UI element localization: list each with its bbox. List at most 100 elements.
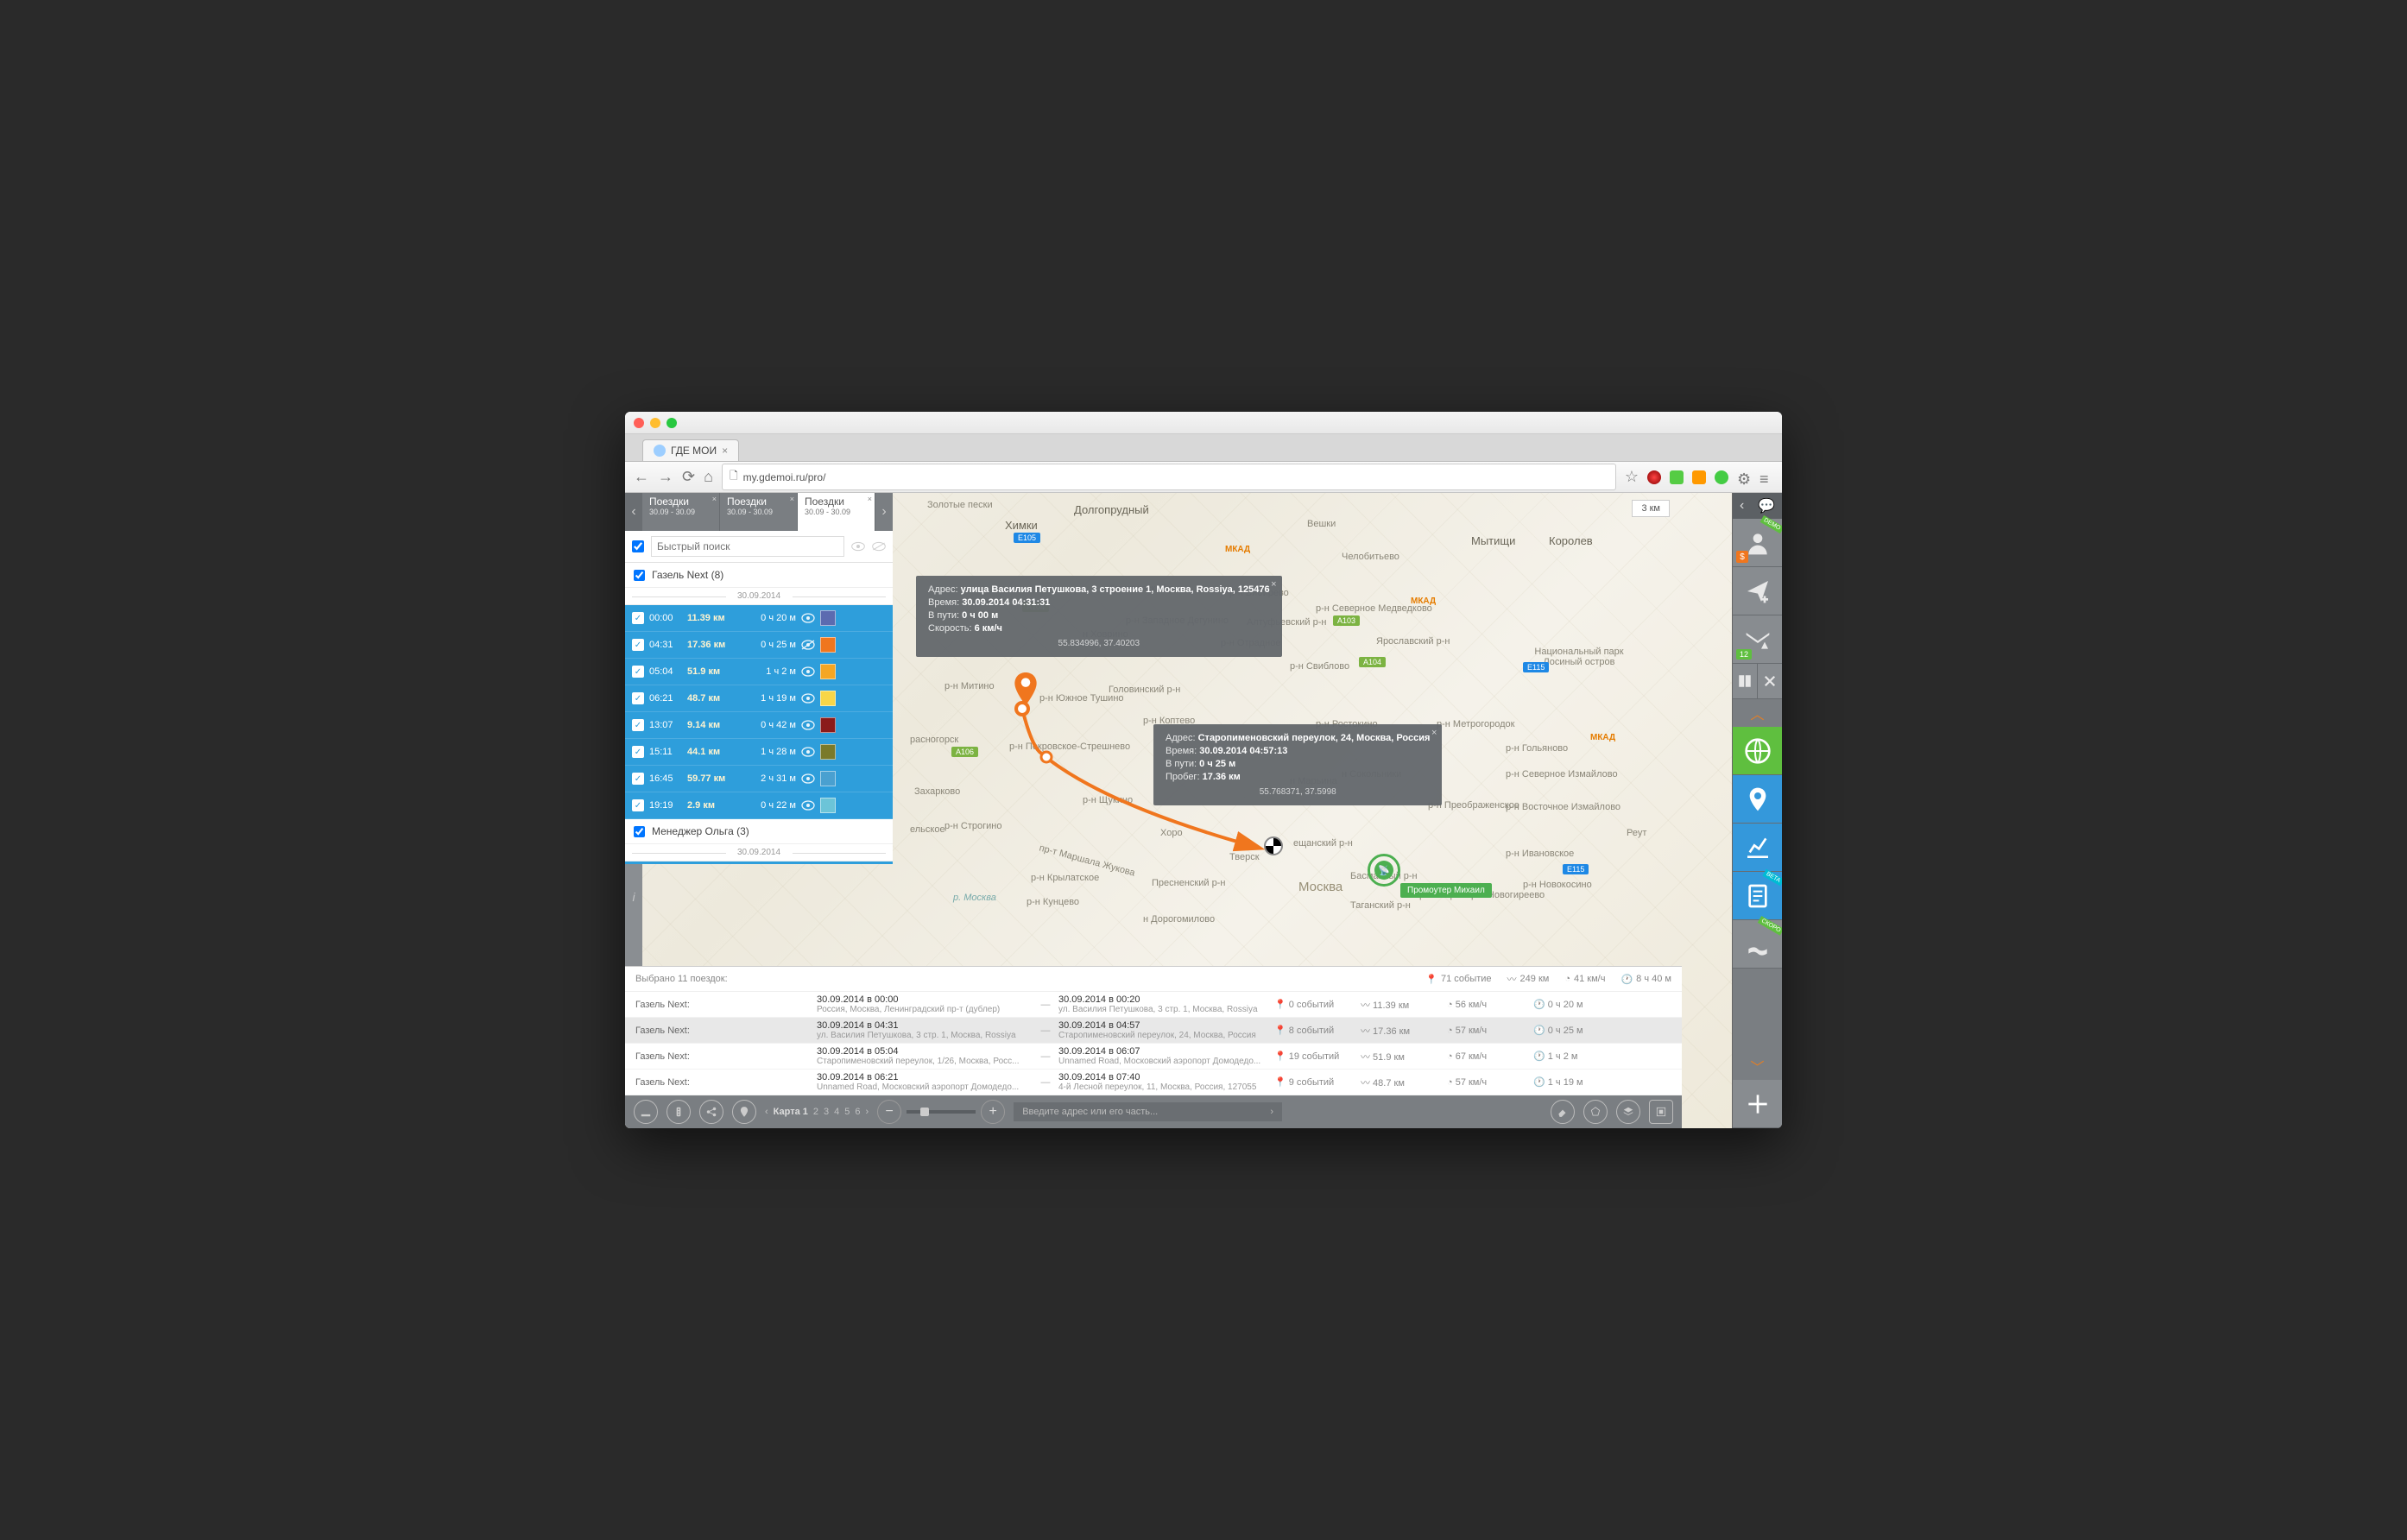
page-link[interactable]: 5 (844, 1107, 850, 1117)
show-all-icon[interactable] (851, 541, 865, 552)
trip-checkbox[interactable]: ✓ (632, 799, 644, 811)
zoom-slider[interactable] (907, 1110, 976, 1114)
vehicle-group[interactable]: Газель Next (8) (625, 563, 893, 588)
map-mode-button[interactable] (1733, 727, 1782, 775)
tabs-prev-button[interactable]: ‹ (625, 493, 642, 531)
zoom-in-button[interactable]: + (981, 1100, 1005, 1124)
tab-close-icon[interactable]: × (722, 445, 728, 457)
reload-button[interactable]: ⟳ (682, 468, 695, 486)
trip-row[interactable]: ✓ 04:31 17.36 км 0 ч 25 м (625, 632, 893, 659)
home-button[interactable]: ⌂ (704, 468, 713, 486)
ext-icon-2[interactable] (1670, 470, 1684, 484)
hide-all-icon[interactable] (872, 541, 886, 552)
close-panel-button[interactable] (1758, 664, 1782, 698)
grid-button[interactable] (1733, 664, 1758, 698)
trip-checkbox[interactable]: ✓ (632, 666, 644, 678)
panel-tab[interactable]: Поездки30.09 - 30.09× (720, 493, 798, 531)
panel-tab[interactable]: Поездки30.09 - 30.09× (642, 493, 720, 531)
trip-row[interactable]: ✓ 05:04 51.9 км 1 ч 2 м (625, 659, 893, 685)
color-swatch[interactable] (820, 610, 836, 626)
group-checkbox[interactable] (634, 826, 645, 837)
maximize-window-button[interactable] (667, 418, 677, 428)
trip-checkbox[interactable]: ✓ (632, 719, 644, 731)
scroll-down-icon[interactable]: ﹀ (1733, 1052, 1782, 1080)
add-tracker-button[interactable] (1733, 567, 1782, 615)
visibility-icon[interactable] (801, 747, 815, 757)
traffic-light-button[interactable] (667, 1100, 691, 1124)
table-row[interactable]: Газель Next: 30.09.2014 в 04:31ул. Васил… (625, 1018, 1682, 1044)
start-pin[interactable] (1014, 672, 1038, 705)
fullscreen-button[interactable] (1649, 1100, 1673, 1124)
scroll-up-icon[interactable]: ︿ (1733, 699, 1782, 727)
chat-icon[interactable]: 💬 (1758, 497, 1775, 514)
trip-checkbox[interactable]: ✓ (632, 612, 644, 624)
trip-checkbox[interactable]: ✓ (632, 746, 644, 758)
menu-icon[interactable]: ≡ (1759, 470, 1773, 484)
reports-button[interactable]: BETA (1733, 872, 1782, 920)
tab-close-icon[interactable]: × (712, 495, 717, 503)
page-link[interactable]: 6 (855, 1107, 860, 1117)
finish-marker[interactable] (1264, 836, 1283, 855)
forward-button[interactable]: → (658, 468, 673, 486)
polygon-button[interactable] (1583, 1100, 1608, 1124)
trip-checkbox[interactable]: ✓ (632, 773, 644, 785)
map-canvas[interactable]: Долгопрудный Мытищи Королев Химки Москва… (625, 493, 1732, 1128)
ruler-button[interactable] (634, 1100, 658, 1124)
page-active[interactable]: Карта 1 (774, 1107, 808, 1117)
info-icon[interactable]: i (632, 890, 635, 904)
back-button[interactable]: ← (634, 468, 649, 486)
collapse-icon[interactable]: ‹ (1740, 498, 1744, 514)
tooltip-close-icon[interactable]: × (1431, 728, 1437, 738)
trip-checkbox[interactable]: ✓ (632, 692, 644, 704)
account-button[interactable]: DEMO $ (1733, 519, 1782, 567)
table-row[interactable]: Газель Next: 30.09.2014 в 05:04Старопиме… (625, 1044, 1682, 1070)
panel-tab-active[interactable]: Поездки30.09 - 30.09× (798, 493, 875, 531)
table-row[interactable]: Газель Next: 30.09.2014 в 00:00Россия, М… (625, 992, 1682, 1018)
close-window-button[interactable] (634, 418, 644, 428)
ext-icon-1[interactable] (1647, 470, 1661, 484)
page-link[interactable]: 3 (824, 1107, 829, 1117)
charts-button[interactable] (1733, 824, 1782, 872)
object-marker[interactable]: 📡 (1368, 854, 1400, 887)
ext-icon-3[interactable] (1692, 470, 1706, 484)
color-swatch[interactable] (820, 744, 836, 760)
trip-row[interactable]: ✓ 06:21 48.7 км 1 ч 19 м (625, 685, 893, 712)
places-button[interactable] (1733, 775, 1782, 824)
page-link[interactable]: 4 (834, 1107, 839, 1117)
address-search[interactable]: Введите адрес или его часть... › (1014, 1102, 1282, 1121)
tab-close-icon[interactable]: × (790, 495, 794, 503)
color-swatch[interactable] (820, 717, 836, 733)
visibility-icon[interactable] (801, 720, 815, 730)
trip-row[interactable]: ✓ 16:45 59.77 км 2 ч 31 м (625, 766, 893, 792)
alerts-button[interactable]: 12 (1733, 615, 1782, 664)
select-all-checkbox[interactable] (632, 540, 644, 552)
color-swatch[interactable] (820, 771, 836, 786)
url-field[interactable]: 🗋 my.gdemoi.ru/pro/ (722, 464, 1616, 490)
trip-row[interactable]: ✓ 00:00 11.39 км 0 ч 20 м (625, 605, 893, 632)
layers-button[interactable] (1616, 1100, 1640, 1124)
color-swatch[interactable] (820, 798, 836, 813)
visibility-icon[interactable] (801, 693, 815, 704)
add-widget-button[interactable] (1733, 1080, 1782, 1128)
visibility-icon[interactable] (801, 773, 815, 784)
traffic-lights[interactable] (634, 418, 677, 428)
trip-row[interactable]: ✓ 13:07 9.14 км 0 ч 42 м (625, 712, 893, 739)
visibility-icon[interactable] (801, 640, 815, 650)
color-swatch[interactable] (820, 691, 836, 706)
browser-tab[interactable]: ГДЕ МОИ × (642, 439, 739, 461)
visibility-icon[interactable] (801, 613, 815, 623)
color-swatch[interactable] (820, 637, 836, 653)
ext-icon-4[interactable] (1715, 470, 1728, 484)
trip-checkbox[interactable]: ✓ (632, 639, 644, 651)
eraser-button[interactable] (1551, 1100, 1575, 1124)
table-row[interactable]: Газель Next: 30.09.2014 в 06:21Unnamed R… (625, 1070, 1682, 1095)
trip-row[interactable]: ✓ 15:11 44.1 км 1 ч 28 м (625, 739, 893, 766)
trip-row[interactable]: ✓ 19:19 2.9 км 0 ч 22 м (625, 792, 893, 819)
page-link[interactable]: 2 (813, 1107, 818, 1117)
share-button[interactable] (699, 1100, 723, 1124)
tab-close-icon[interactable]: × (868, 495, 872, 503)
visibility-icon[interactable] (801, 800, 815, 811)
manager-group[interactable]: Менеджер Ольга (3) (625, 819, 893, 844)
bookmark-star-icon[interactable]: ☆ (1625, 468, 1639, 486)
quick-search-input[interactable] (651, 536, 844, 557)
